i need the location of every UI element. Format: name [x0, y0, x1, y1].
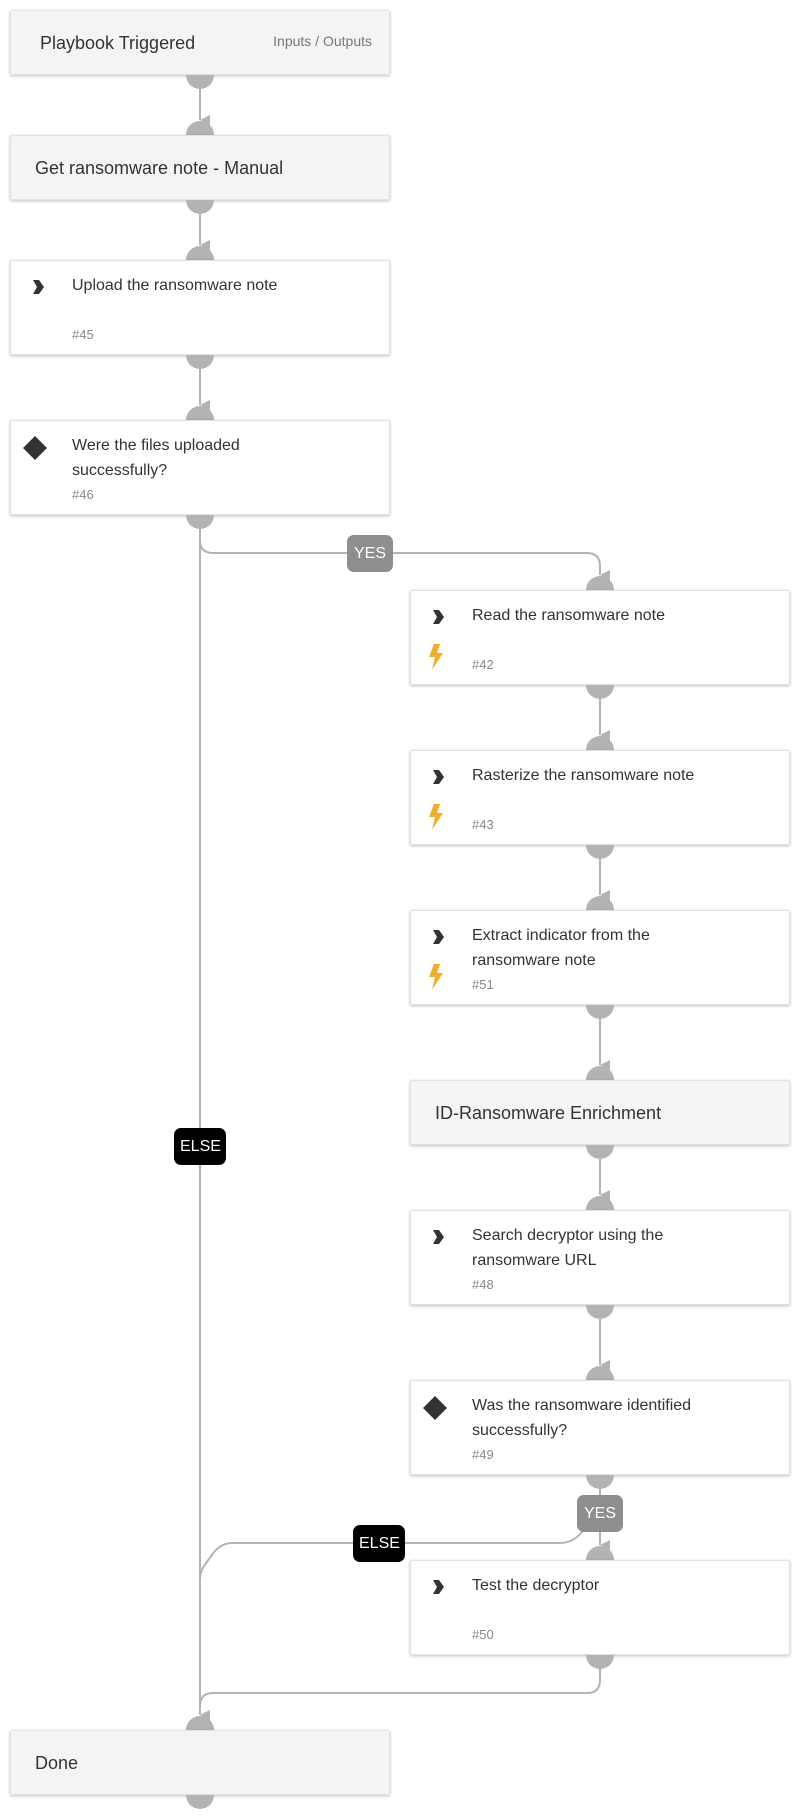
chevron-right-icon	[433, 610, 444, 624]
task-id: #46	[72, 487, 94, 502]
diamond-icon	[23, 436, 47, 460]
subplaybook-node-get-ransomware-note[interactable]: Get ransomware note - Manual	[10, 135, 390, 200]
else-branch-label[interactable]: ELSE	[353, 1525, 405, 1562]
node-title: Get ransomware note - Manual	[35, 158, 284, 178]
task-id: #49	[472, 1447, 494, 1462]
node-title: Extract indicator from the ransomware no…	[472, 927, 650, 969]
chevron-right-icon	[33, 280, 44, 294]
edge-50-to-done	[199, 1665, 601, 1720]
yes-branch-label[interactable]: YES	[347, 535, 393, 572]
task-node-51[interactable]: Extract indicator from the ransomware no…	[410, 910, 790, 1005]
playbook-triggered-node[interactable]: Playbook Triggered Inputs / Outputs	[10, 10, 390, 75]
chevron-right-icon	[433, 930, 444, 944]
task-id: #50	[472, 1627, 494, 1642]
condition-node-49[interactable]: Was the ransomware identified successful…	[410, 1380, 790, 1475]
condition-node-46[interactable]: Were the files uploaded successfully? #4…	[10, 420, 390, 515]
lightning-bolt-icon	[429, 644, 443, 670]
task-node-43[interactable]: Rasterize the ransomware note #43	[410, 750, 790, 845]
node-title: Done	[35, 1753, 79, 1773]
node-title: Was the ransomware identified successful…	[472, 1397, 692, 1439]
chevron-right-icon	[433, 770, 444, 784]
yes-branch-label[interactable]: YES	[577, 1495, 623, 1532]
lightning-bolt-icon	[429, 804, 443, 830]
node-title: ID-Ransomware Enrichment	[435, 1103, 662, 1123]
task-node-48[interactable]: Search decryptor using the ransomware UR…	[410, 1210, 790, 1305]
lightning-bolt-icon	[429, 964, 443, 990]
task-node-45[interactable]: Upload the ransomware note #45	[10, 260, 390, 355]
node-title: Rasterize the ransomware note	[472, 767, 695, 784]
task-id: #45	[72, 327, 94, 342]
edge-46-yes-to-42	[199, 525, 610, 580]
diamond-icon	[423, 1396, 447, 1420]
node-title: Were the files uploaded successfully?	[72, 437, 240, 479]
else-branch-label[interactable]: ELSE	[174, 1128, 226, 1165]
task-node-42[interactable]: Read the ransomware note #42	[410, 590, 790, 685]
task-id: #48	[472, 1277, 494, 1292]
task-id: #42	[472, 657, 494, 672]
node-title: Read the ransomware note	[472, 607, 665, 624]
task-node-50[interactable]: Test the decryptor #50	[410, 1560, 790, 1655]
task-id: #51	[472, 977, 494, 992]
chevron-right-icon	[433, 1580, 444, 1594]
inputs-outputs-link[interactable]: Inputs / Outputs	[273, 33, 372, 49]
chevron-right-icon	[433, 1230, 444, 1244]
node-title: Search decryptor using the ransomware UR…	[472, 1227, 664, 1269]
done-node[interactable]: Done	[10, 1730, 390, 1795]
task-id: #43	[472, 817, 494, 832]
subplaybook-node-id-ransomware-enrichment[interactable]: ID-Ransomware Enrichment	[410, 1080, 790, 1145]
node-title: Upload the ransomware note	[72, 277, 278, 294]
node-title: Test the decryptor	[472, 1577, 600, 1594]
